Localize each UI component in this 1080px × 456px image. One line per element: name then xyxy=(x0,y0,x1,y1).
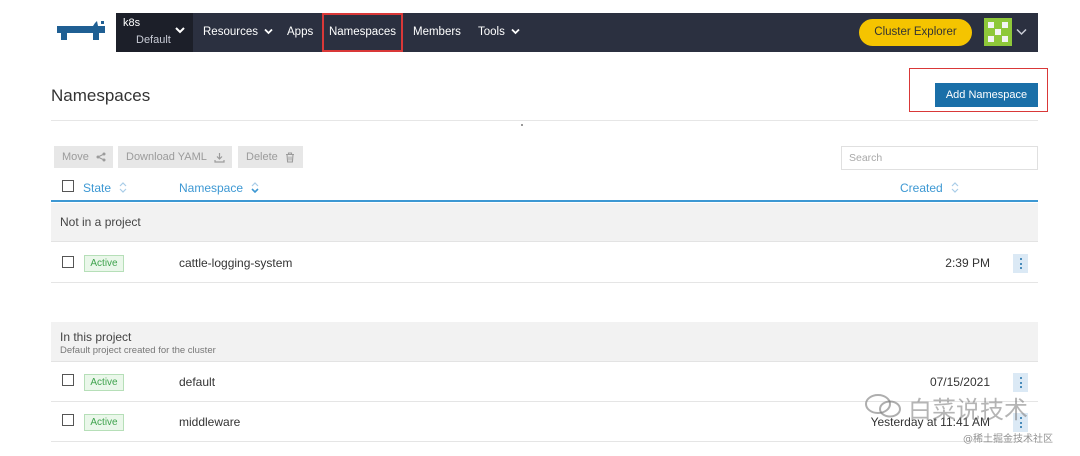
namespace-column-header[interactable]: Namespace xyxy=(179,181,259,195)
watermark-text: 白菜说技术 xyxy=(908,396,1028,424)
nav-resources-label: Resources xyxy=(203,26,258,38)
group-title: Not in a project xyxy=(60,215,141,229)
move-button-label: Move xyxy=(62,151,89,163)
cluster-explorer-button[interactable]: Cluster Explorer xyxy=(859,19,972,46)
move-button[interactable]: Move xyxy=(54,146,113,168)
divider-dot xyxy=(521,124,523,126)
row-checkbox[interactable] xyxy=(62,414,74,426)
nav-namespaces[interactable]: Namespaces xyxy=(322,13,403,52)
row-checkbox[interactable] xyxy=(62,256,74,268)
wechat-icon xyxy=(865,394,901,418)
namespace-header-label: Namespace xyxy=(179,181,244,195)
add-namespace-button[interactable]: Add Namespace xyxy=(935,83,1038,107)
row-actions-menu-icon[interactable] xyxy=(1013,254,1028,273)
sort-icon xyxy=(951,182,959,193)
namespace-name[interactable]: default xyxy=(179,375,215,389)
group-subtitle: Default project created for the cluster xyxy=(60,345,216,356)
top-nav-bar: k8s Default Resources Apps Namespaces Me… xyxy=(51,13,1038,52)
nav-resources[interactable]: Resources xyxy=(203,13,273,52)
created-time: 2:39 PM xyxy=(945,256,990,270)
chevron-down-icon[interactable] xyxy=(1016,28,1027,36)
group-header: Not in a project xyxy=(51,203,1038,242)
row-checkbox[interactable] xyxy=(62,374,74,386)
status-badge: Active xyxy=(84,414,124,431)
cluster-name: k8s xyxy=(123,17,141,29)
group-title: In this project xyxy=(60,330,132,344)
chevron-down-icon xyxy=(264,29,273,35)
watermark-subtext: @稀土掘金技术社区 xyxy=(963,434,1053,445)
delete-button-label: Delete xyxy=(246,151,278,163)
divider xyxy=(51,120,1038,121)
created-column-header[interactable]: Created xyxy=(900,181,959,195)
delete-button[interactable]: Delete xyxy=(238,146,303,168)
chevron-down-icon xyxy=(175,27,185,34)
page-title: Namespaces xyxy=(51,86,151,105)
download-yaml-label: Download YAML xyxy=(126,151,207,163)
select-all-checkbox[interactable] xyxy=(62,180,74,192)
status-badge: Active xyxy=(84,374,124,391)
state-header-label: State xyxy=(83,181,112,195)
sort-down-icon xyxy=(251,182,259,193)
namespace-name[interactable]: middleware xyxy=(179,415,240,429)
cluster-project-switcher[interactable]: k8s Default xyxy=(116,13,193,52)
project-name: Default xyxy=(136,34,171,46)
search-input[interactable] xyxy=(841,146,1038,170)
download-yaml-button[interactable]: Download YAML xyxy=(118,146,232,168)
table-header: State Namespace Created xyxy=(51,176,1038,202)
nav-tools[interactable]: Tools xyxy=(478,13,520,52)
created-time: 07/15/2021 xyxy=(929,375,990,389)
status-badge: Active xyxy=(84,255,124,272)
share-icon xyxy=(96,152,106,162)
rancher-logo-icon xyxy=(57,21,105,40)
state-column-header[interactable]: State xyxy=(83,181,127,195)
chevron-down-icon xyxy=(511,29,520,35)
trash-icon xyxy=(285,152,294,163)
nav-members[interactable]: Members xyxy=(413,13,461,52)
created-header-label: Created xyxy=(900,181,943,195)
nav-apps[interactable]: Apps xyxy=(287,13,313,52)
avatar[interactable] xyxy=(984,18,1012,46)
nav-members-label: Members xyxy=(413,26,461,38)
rancher-logo[interactable] xyxy=(51,13,116,52)
nav-apps-label: Apps xyxy=(287,26,314,38)
download-icon xyxy=(213,152,225,163)
nav-namespaces-label: Namespaces xyxy=(328,26,397,38)
nav-tools-label: Tools xyxy=(478,26,505,38)
group-header: In this project Default project created … xyxy=(51,322,1038,362)
sort-icon xyxy=(119,182,127,193)
namespace-name[interactable]: cattle-logging-system xyxy=(179,256,292,270)
table-row: Active cattle-logging-system 2:39 PM xyxy=(51,243,1038,283)
